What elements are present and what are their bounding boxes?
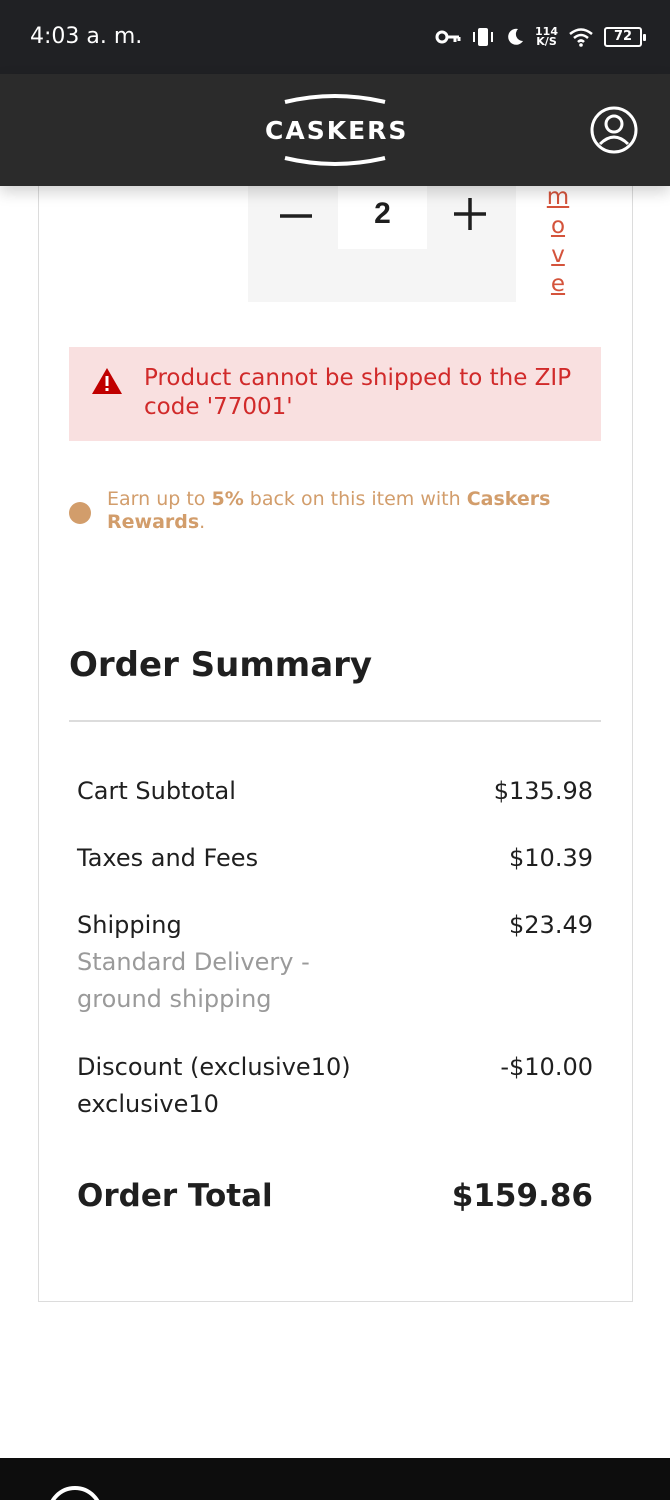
shipping-label-group: Shipping Standard Delivery - ground ship… — [77, 907, 367, 1018]
remove-link[interactable]: m o v e — [540, 183, 576, 299]
bottom-bar — [0, 1458, 670, 1500]
key-icon — [435, 30, 461, 44]
rewards-prefix: Earn up to — [107, 488, 212, 510]
shipping-label: Shipping — [77, 911, 182, 939]
rewards-text: Earn up to 5% back on this item with Cas… — [107, 488, 587, 534]
rewards-percent: 5% — [211, 488, 244, 510]
shipping-row: Shipping Standard Delivery - ground ship… — [77, 907, 593, 1019]
app-header: CASKERS — [0, 74, 670, 186]
discount-value: -$10.00 — [500, 1053, 593, 1081]
order-total-label: Order Total — [77, 1178, 273, 1214]
rewards-dot-icon — [69, 502, 91, 524]
rewards-middle: back on this item with — [243, 488, 467, 510]
wifi-icon — [569, 28, 593, 47]
net-speed-unit: K/S — [536, 35, 557, 48]
taxes-row: Taxes and Fees $10.39 — [77, 840, 593, 877]
cart-subtotal-label: Cart Subtotal — [77, 777, 236, 805]
remove-letter: m — [546, 184, 570, 210]
account-button[interactable] — [590, 106, 638, 154]
moon-icon — [508, 28, 524, 45]
status-bar: 4:03 a. m. 114 K/S 72 — [0, 0, 670, 74]
shipping-value: $23.49 — [509, 911, 593, 939]
vibrate-icon — [473, 28, 494, 46]
cart-subtotal-value: $135.98 — [493, 777, 593, 805]
net-speed: 114 K/S — [535, 26, 558, 48]
account-circle-icon — [590, 106, 638, 154]
cart-subtotal-row: Cart Subtotal $135.98 — [77, 773, 593, 810]
taxes-label: Taxes and Fees — [77, 844, 259, 872]
shipping-method: Standard Delivery - ground shipping — [77, 948, 310, 1013]
battery-indicator: 72 — [604, 27, 646, 47]
order-total-row: Order Total $159.86 — [77, 1178, 593, 1220]
status-time: 4:03 a. m. — [30, 24, 143, 49]
discount-code: exclusive10 — [77, 1090, 219, 1118]
logo-text: CASKERS — [265, 116, 409, 145]
status-icons: 114 K/S 72 — [435, 20, 646, 54]
discount-label-group: Discount (exclusive10) exclusive10 — [77, 1049, 351, 1123]
remove-letter: v — [551, 242, 565, 268]
shipping-error-text: Product cannot be shipped to the ZIP cod… — [144, 365, 572, 420]
order-summary-title: Order Summary — [69, 645, 373, 685]
accessibility-icon[interactable] — [47, 1486, 103, 1500]
quantity-value[interactable]: 2 — [338, 178, 427, 249]
remove-letter: e — [550, 271, 566, 297]
cart-card — [38, 150, 633, 1302]
order-total-value: $159.86 — [451, 1178, 593, 1214]
summary-divider — [69, 720, 601, 722]
shipping-error-alert: Product cannot be shipped to the ZIP cod… — [69, 347, 601, 441]
rewards-suffix: . — [199, 511, 206, 533]
discount-row: Discount (exclusive10) exclusive10 -$10.… — [77, 1049, 593, 1123]
minus-icon — [280, 214, 312, 218]
remove-letter: o — [550, 213, 566, 239]
caskers-logo[interactable]: CASKERS — [265, 92, 409, 168]
warning-icon — [92, 368, 122, 394]
increase-quantity-button[interactable] — [450, 194, 490, 234]
decrease-quantity-button[interactable] — [276, 196, 316, 236]
plus-icon — [454, 198, 486, 230]
taxes-value: $10.39 — [509, 844, 593, 872]
discount-label: Discount (exclusive10) — [77, 1053, 351, 1081]
